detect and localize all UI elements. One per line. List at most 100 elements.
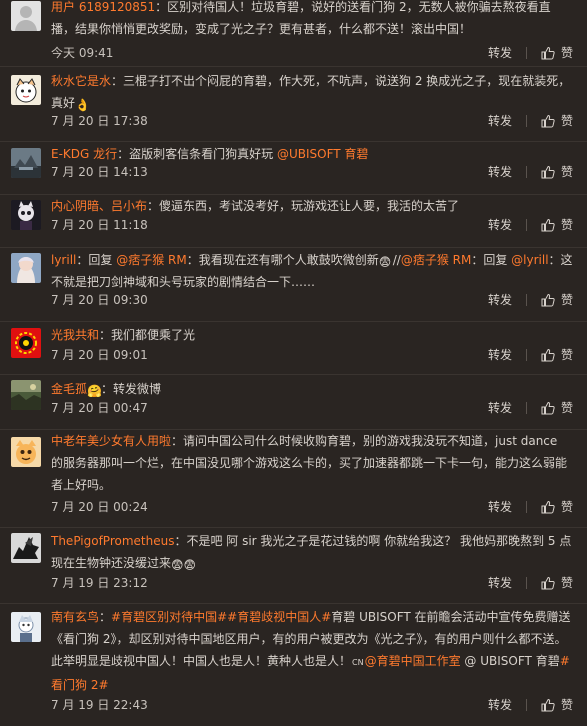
comment-item: 中老年美少女有人用啦：请问中国公司什么时候收购育碧，别的游戏我没玩不知道，jus… [0,430,587,528]
timestamp: 7 月 19 日 23:12 [51,576,148,590]
divider [525,501,527,513]
avatar[interactable] [11,148,41,178]
username-link[interactable]: 南有玄鸟 [51,610,99,624]
username-link[interactable]: 秋水它是水 [51,74,111,88]
divider [525,115,527,127]
avatar[interactable] [11,1,41,31]
like-button[interactable]: 赞 [541,574,573,592]
repost-button[interactable]: 转发 [488,112,512,130]
comment-actions: 转发 赞 [488,574,573,592]
thumbs-up-icon [541,46,555,60]
like-button[interactable]: 赞 [541,346,573,364]
username-link[interactable]: 中老年美少女有人用啦 [51,434,171,448]
avatar[interactable] [11,380,41,410]
avatar[interactable] [11,533,41,563]
username-link[interactable]: 内心阴暗、吕小布 [51,199,147,213]
comment-text: ThePigofPrometheus：不是吧 阿 sir 我光之子是花过钱的啊 … [51,530,573,574]
hug-emoji: 🤗 [87,384,102,398]
comment-actions: 转发 赞 [488,696,573,714]
repost-button[interactable]: 转发 [488,498,512,516]
like-button[interactable]: 赞 [541,163,573,181]
username-link[interactable]: 金毛孤 [51,382,87,396]
timestamp: 7 月 20 日 14:13 [51,165,148,179]
timestamp: 7 月 20 日 09:30 [51,293,148,307]
avatar[interactable] [11,200,41,230]
comment-item: 用户 6189120851：区别对待国人！垃圾育碧，说好的送看门狗 2，无数人被… [0,0,587,67]
thumbs-up-icon [541,698,555,712]
like-button[interactable]: 赞 [541,216,573,234]
like-label: 赞 [560,218,573,232]
username-link[interactable]: ThePigofPrometheus [51,534,174,548]
comment-item: 南有玄鸟：#育碧区别对待中国##育碧歧视中国人#育碧 UBISOFT 在前瞻会活… [0,604,587,726]
comment-body: ：我看现在还有哪个人敢鼓吹微创新 [186,253,379,267]
topic-link[interactable]: #育碧区别对待中国# [111,610,227,624]
like-button[interactable]: 赞 [541,498,573,516]
comment-text: E-KDG 龙行：盗版刺客信条看门狗真好玩 @UBISOFT 育碧 [51,143,573,165]
divider [525,294,527,306]
like-button[interactable]: 赞 [541,44,573,62]
avatar[interactable] [11,75,41,105]
repost-button[interactable]: 转发 [488,696,512,714]
like-label: 赞 [560,348,573,362]
comment-meta: 7 月 20 日 09:30 转发 赞 [51,291,573,309]
comment-actions: 转发 赞 [488,346,573,364]
username-link[interactable]: lyrill [51,253,76,267]
comment-body: ：三棍子打不出个闷屁的育碧，作大死，不吭声，说送狗 2 换成光之子，现在就装死，… [51,74,571,110]
divider [525,577,527,589]
thumbs-up-icon [541,114,555,128]
avatar[interactable] [11,437,41,467]
comment-item: ThePigofPrometheus：不是吧 阿 sir 我光之子是花过钱的啊 … [0,528,587,604]
repost-button[interactable]: 转发 [488,346,512,364]
comment-text: 中老年美少女有人用啦：请问中国公司什么时候收购育碧，别的游戏我没玩不知道，jus… [51,430,573,496]
comment-item: 内心阴暗、吕小布：傻逼东西，考试没考好，玩游戏还让人要，我活的太苦了 7 月 2… [0,195,587,248]
repost-button[interactable]: 转发 [488,574,512,592]
comment-text: 用户 6189120851：区别对待国人！垃圾育碧，说好的送看门狗 2，无数人被… [51,0,573,40]
comment-actions: 转发 赞 [488,399,573,417]
comment-meta: 7 月 20 日 11:18 转发 赞 [51,216,573,234]
comment-meta: 7 月 20 日 00:24 转发 赞 [51,498,573,516]
comment-text: 南有玄鸟：#育碧区别对待中国##育碧歧视中国人#育碧 UBISOFT 在前瞻会活… [51,606,573,696]
mention-link[interactable]: @痞子猴 RM [116,253,187,267]
username-link[interactable]: 光我共和 [51,328,99,342]
comment-text: 光我共和：我们都便乘了光 [51,324,573,346]
ok-hand-emoji: 👌 [75,98,90,112]
mention-link[interactable]: @育碧中国工作室 [365,654,461,668]
mention-link[interactable]: @UBISOFT 育碧 [277,147,368,161]
like-label: 赞 [560,500,573,514]
like-label: 赞 [560,401,573,415]
thumbs-up-icon [541,401,555,415]
mention-link[interactable]: @痞子猴 RM [401,253,472,267]
comment-meta: 7 月 20 日 00:47 转发 赞 [51,399,573,417]
comment-body: ：回复 [471,253,512,267]
repost-button[interactable]: 转发 [488,216,512,234]
repost-button[interactable]: 转发 [488,44,512,62]
comment-feed: 用户 6189120851：区别对待国人！垃圾育碧，说好的送看门狗 2，无数人被… [0,0,587,726]
avatar[interactable] [11,253,41,283]
topic-link[interactable]: #育碧歧视中国人# [227,610,331,624]
username-link[interactable]: 用户 6189120851 [51,0,155,14]
avatar[interactable] [11,612,41,642]
comment-actions: 转发 赞 [488,291,573,309]
username-link[interactable]: E-KDG 龙行 [51,147,117,161]
comment-body: ： [99,610,112,624]
like-button[interactable]: 赞 [541,291,573,309]
thumbs-up-icon [541,500,555,514]
divider [525,402,527,414]
like-button[interactable]: 赞 [541,399,573,417]
like-button[interactable]: 赞 [541,112,573,130]
comment-meta: 7 月 20 日 17:38 转发 赞 [51,112,573,130]
timestamp: 7 月 20 日 09:01 [51,348,148,362]
mention-link[interactable]: @lyrill [511,253,548,267]
repost-button[interactable]: 转发 [488,291,512,309]
comment-body: ：盗版刺客信条看门狗真好玩 [117,147,277,161]
timestamp: 7 月 19 日 22:43 [51,698,148,712]
comment-body: ：我们都便乘了光 [99,328,196,342]
like-button[interactable]: 赞 [541,696,573,714]
comment-item: 光我共和：我们都便乘了光 7 月 20 日 09:01 转发 赞 [0,322,587,375]
cn-badge: CN [352,658,364,667]
repost-button[interactable]: 转发 [488,163,512,181]
avatar[interactable] [11,328,41,358]
comment-text: 内心阴暗、吕小布：傻逼东西，考试没考好，玩游戏还让人要，我活的太苦了 [51,195,573,217]
repost-button[interactable]: 转发 [488,399,512,417]
like-label: 赞 [560,698,573,712]
